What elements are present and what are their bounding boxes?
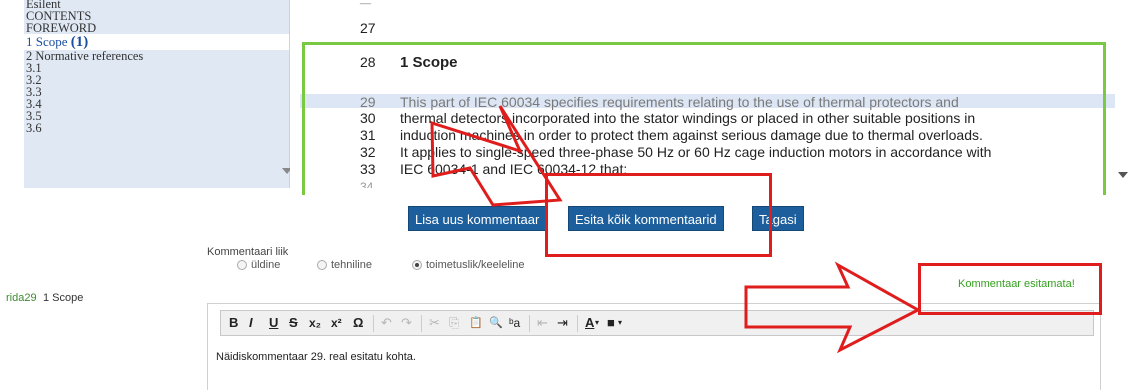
annotation-arrow-icon <box>744 261 922 354</box>
annotation-arrows <box>430 105 922 354</box>
annotation-arrow-icon <box>430 105 563 207</box>
